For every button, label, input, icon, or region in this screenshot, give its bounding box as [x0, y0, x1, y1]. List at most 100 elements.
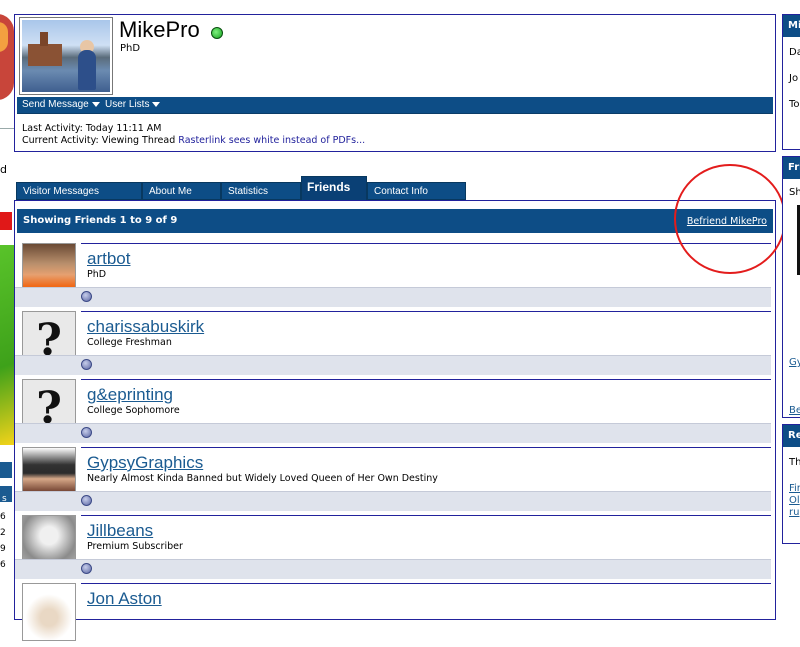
friend-name-link[interactable]: artbot: [87, 249, 130, 269]
friend-item: GypsyGraphics Nearly Almost Kinda Banned…: [15, 447, 775, 511]
friend-card: Jillbeans Premium Subscriber: [81, 515, 771, 579]
divider: [81, 379, 771, 380]
friends-panel: Showing Friends 1 to 9 of 9 Befriend Mik…: [14, 200, 776, 641]
friend-card: GypsyGraphics Nearly Almost Kinda Banned…: [81, 447, 771, 511]
friend-card: g&eprinting College Sophomore: [81, 379, 771, 443]
right-line-2: Jo: [789, 73, 799, 84]
tab-visitor-messages[interactable]: Visitor Messages: [16, 182, 142, 200]
friend-item: artbot PhD: [15, 243, 775, 307]
current-thread-link[interactable]: Rasterlink sees white instead of PDFs...: [178, 135, 365, 146]
friend-item: Jillbeans Premium Subscriber: [15, 515, 775, 579]
left-nav-button-2[interactable]: s: [0, 486, 12, 504]
friend-card: charissabuskirk College Freshman: [81, 311, 771, 375]
left-nav-button[interactable]: [0, 462, 12, 478]
friend-name-link[interactable]: g&eprinting: [87, 385, 173, 405]
send-message-menu[interactable]: Send Message: [22, 99, 100, 110]
friend-title: Premium Subscriber: [87, 541, 183, 552]
friend-footer-bar-left: [15, 287, 81, 307]
tab-statistics[interactable]: Statistics: [221, 182, 301, 200]
offline-status-icon: [81, 563, 92, 574]
send-message-label: Send Message: [22, 99, 89, 110]
profile-avatar[interactable]: [19, 17, 113, 95]
left-red-badge: [0, 212, 12, 230]
friends-sidebar-box: Fri Sh Gy Be: [782, 156, 800, 418]
chevron-down-icon: [152, 101, 161, 107]
recent-box: Re Th Fir Ol ru: [782, 424, 800, 544]
last-activity-label: Last Activity:: [22, 123, 83, 134]
friend-name-link[interactable]: charissabuskirk: [87, 317, 204, 337]
left-sidebar-fragment: d s 6 2 9 6: [0, 0, 14, 608]
profile-menu-bar: Send Message User Lists: [17, 97, 773, 114]
annotation-circle: [674, 164, 786, 274]
friend-name-link[interactable]: Jon Aston: [87, 589, 162, 609]
user-lists-label: User Lists: [105, 99, 150, 110]
photo-icon: [23, 584, 75, 640]
left-nav-label: s: [2, 494, 7, 504]
friend-sidebar-link[interactable]: Gy: [789, 357, 800, 368]
current-activity-prefix: Viewing Thread: [101, 135, 176, 146]
left-number-2: 2: [0, 528, 6, 538]
profile-tabs: Visitor Messages About Me Statistics Fri…: [14, 176, 776, 200]
offline-status-icon: [81, 427, 92, 438]
photo-castle: [28, 44, 62, 66]
friend-item: ? charissabuskirk College Freshman: [15, 311, 775, 375]
offline-status-icon: [81, 359, 92, 370]
offline-status-icon: [81, 291, 92, 302]
friends-count-title: Showing Friends 1 to 9 of 9: [23, 215, 178, 226]
friend-footer-bar-left: [15, 559, 81, 579]
divider: [0, 128, 14, 129]
left-number-4: 6: [0, 560, 6, 570]
mini-stats-head: Mi: [783, 15, 800, 37]
friend-title: College Sophomore: [87, 405, 180, 416]
recent-link-1[interactable]: Fir: [789, 483, 800, 494]
recent-link-2[interactable]: Ol: [789, 495, 800, 506]
photo-tower: [40, 32, 48, 46]
friend-name-link[interactable]: GypsyGraphics: [87, 453, 203, 473]
friend-title: College Freshman: [87, 337, 172, 348]
divider: [81, 515, 771, 516]
friend-footer-bar: [81, 287, 771, 307]
tab-contact-info[interactable]: Contact Info: [367, 182, 466, 200]
tab-about-me[interactable]: About Me: [142, 182, 221, 200]
friend-name-link[interactable]: Jillbeans: [87, 521, 153, 541]
current-activity-label: Current Activity:: [22, 135, 99, 146]
friend-footer-bar-left: [15, 355, 81, 375]
friend-title: PhD: [87, 269, 107, 280]
friend-footer-bar: [81, 423, 771, 443]
befriend-sidebar-link[interactable]: Be: [789, 405, 800, 416]
left-fragment-text: d: [0, 163, 7, 176]
friend-card: Jon Aston: [81, 583, 771, 647]
photo-person: [78, 50, 96, 90]
divider: [81, 243, 771, 244]
right-line-1: Da: [789, 47, 800, 58]
mini-stats-box: Mi Da Jo To: [782, 14, 800, 150]
friend-title: Nearly Almost Kinda Banned but Widely Lo…: [87, 473, 438, 484]
offline-status-icon: [81, 495, 92, 506]
right-sidebar-fragment: Mi Da Jo To Fri Sh Gy Be Re Th Fir Ol ru: [780, 14, 800, 608]
friend-card: artbot PhD: [81, 243, 771, 307]
right-line-3: To: [789, 99, 800, 110]
friend-avatar[interactable]: [22, 583, 76, 641]
friend-footer-bar: [81, 355, 771, 375]
left-number-1: 6: [0, 512, 6, 522]
left-number-3: 9: [0, 544, 6, 554]
tab-friends[interactable]: Friends: [301, 176, 367, 200]
profile-user-title: PhD: [120, 43, 141, 54]
recent-link-3[interactable]: ru: [789, 507, 799, 518]
profile-header: MikePro PhD Send Message User Lists Last…: [14, 14, 776, 152]
divider: [81, 311, 771, 312]
friend-footer-bar: [81, 559, 771, 579]
avatar-photo: [22, 20, 110, 92]
divider: [81, 447, 771, 448]
profile-username: MikePro: [119, 17, 200, 42]
friend-footer-bar: [81, 491, 771, 511]
friend-footer-bar-left: [15, 491, 81, 511]
friend-footer-bar-left: [15, 423, 81, 443]
online-status-icon: [211, 27, 223, 39]
friends-header: Showing Friends 1 to 9 of 9 Befriend Mik…: [17, 209, 773, 233]
friends-sidebar-text: Sh: [789, 187, 800, 198]
left-ad-banner: [0, 245, 14, 445]
user-lists-menu[interactable]: User Lists: [105, 99, 161, 110]
friends-sidebar-head: Fri: [783, 157, 800, 179]
recent-box-text: Th: [789, 457, 800, 468]
